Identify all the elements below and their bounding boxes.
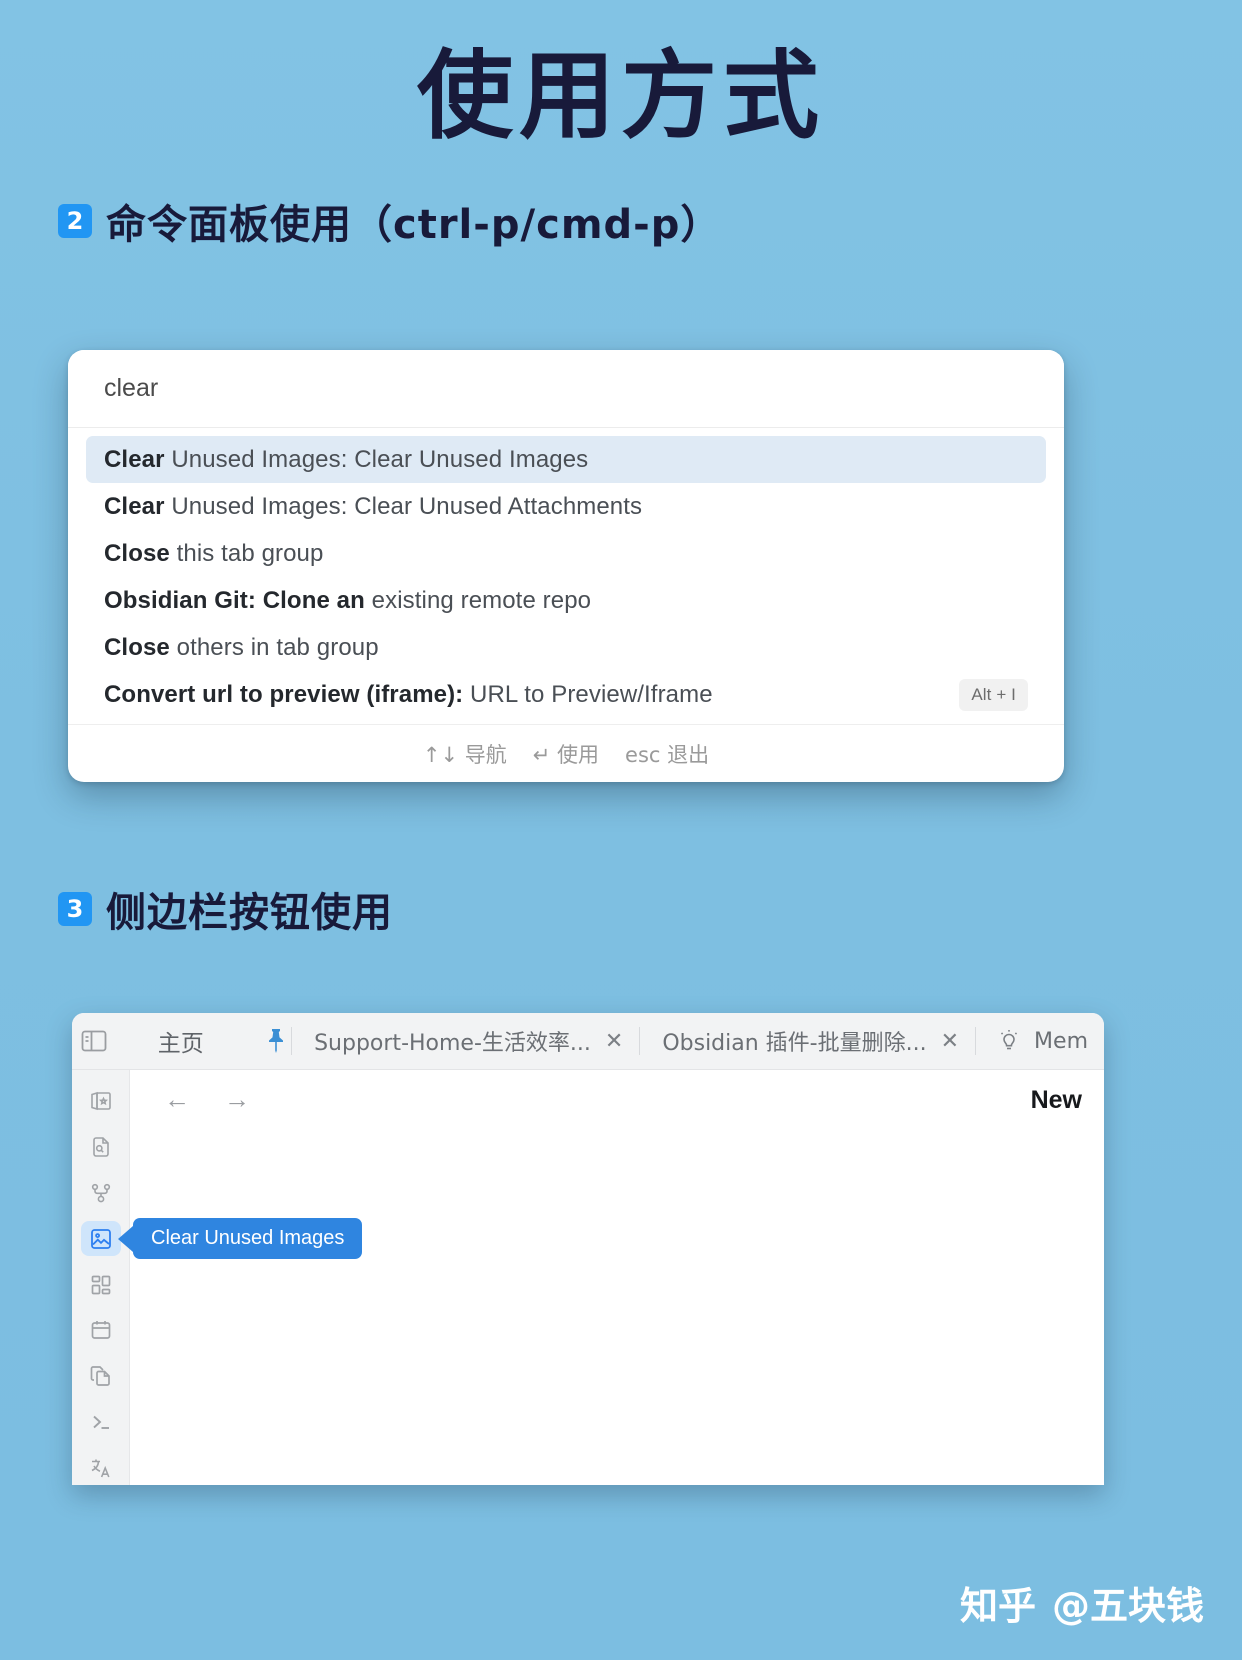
section-title-2: 命令面板使用（ctrl-p/cmd-p） — [106, 202, 722, 248]
new-label[interactable]: New — [1031, 1086, 1082, 1115]
pin-icon[interactable] — [260, 1028, 291, 1054]
command-item-rest: others in tab group — [169, 633, 379, 661]
image-icon[interactable] — [80, 1221, 121, 1257]
obsidian-body: ← → New — [72, 1070, 1104, 1485]
command-item-hotkey: Alt + I — [959, 678, 1028, 711]
graph-view-icon[interactable] — [81, 1176, 121, 1211]
tab-item[interactable]: Obsidian 插件-批量删除... ✕ — [640, 1025, 975, 1057]
tab-item[interactable]: Support-Home-生活效率... ✕ — [292, 1025, 639, 1057]
calendar-icon[interactable] — [81, 1313, 121, 1348]
close-icon[interactable]: ✕ — [605, 1029, 623, 1054]
lightbulb-icon — [998, 1029, 1020, 1053]
obsidian-main-pane: ← → New — [130, 1070, 1104, 1485]
command-palette-item[interactable]: Convert url to preview (iframe): URL to … — [86, 671, 1046, 718]
command-item-match: Convert url to preview (iframe): — [104, 680, 464, 708]
watermark: 知乎 @五块钱 — [960, 1575, 1204, 1630]
command-palette-results: Clear Unused Images: Clear Unused Images… — [68, 428, 1064, 724]
command-item-match: Clear — [104, 492, 165, 520]
vault-cards-icon[interactable] — [81, 1084, 121, 1119]
terminal-icon[interactable] — [81, 1404, 121, 1439]
command-item-rest: Unused Images: Clear Unused Images — [164, 445, 589, 473]
command-item-match: Close — [104, 633, 170, 661]
command-item-rest: this tab group — [169, 539, 324, 567]
tab-label: Mem — [1034, 1028, 1088, 1054]
sidebar-toggle-icon[interactable] — [72, 1029, 116, 1053]
section-heading-2: 2 命令面板使用（ctrl-p/cmd-p） — [0, 192, 1242, 250]
translate-icon[interactable] — [81, 1450, 121, 1485]
obsidian-ribbon — [72, 1070, 130, 1485]
ribbon-tooltip: Clear Unused Images — [118, 1218, 363, 1259]
tab-home-label[interactable]: 主页 — [116, 1024, 260, 1058]
tab-label: Obsidian 插件-批量删除... — [662, 1031, 927, 1056]
hint-navigate: ↑↓ 导航 — [422, 742, 507, 767]
section-title-3: 侧边栏按钮使用 — [106, 890, 393, 936]
tooltip-arrow-icon — [118, 1225, 133, 1252]
poster-page: 使用方式 2 命令面板使用（ctrl-p/cmd-p） clear Clear … — [0, 0, 1242, 1660]
command-palette-wrapper: clear Clear Unused Images: Clear Unused … — [68, 350, 1064, 782]
watermark-platform: 知乎 — [959, 1584, 1036, 1628]
command-palette-item[interactable]: Close others in tab group — [86, 624, 1046, 671]
command-item-rest: existing remote repo — [364, 586, 592, 614]
section-badge-3: 3 — [58, 892, 92, 926]
close-icon[interactable]: ✕ — [941, 1029, 959, 1054]
command-palette-search-input[interactable]: clear — [68, 350, 1064, 428]
watermark-handle: @五块钱 — [1051, 1584, 1204, 1628]
command-palette: clear Clear Unused Images: Clear Unused … — [68, 350, 1064, 782]
file-search-icon[interactable] — [81, 1130, 121, 1165]
command-palette-item[interactable]: Clear Unused Images: Clear Unused Attach… — [86, 483, 1046, 530]
arrow-left-icon[interactable]: ← — [164, 1084, 190, 1115]
copy-files-icon[interactable] — [81, 1359, 121, 1394]
tab-label: Support-Home-生活效率... — [314, 1031, 591, 1056]
command-palette-item[interactable]: Close this tab group — [86, 530, 1046, 577]
command-palette-item[interactable]: Clear Unused Images: Clear Unused Images — [86, 436, 1046, 483]
section-heading-3: 3 侧边栏按钮使用 — [0, 880, 393, 938]
command-item-match: Obsidian Git: Clone an — [104, 586, 365, 614]
obsidian-nav-bar: ← → — [130, 1070, 1104, 1128]
command-item-match: Close — [104, 539, 170, 567]
hint-dismiss: esc 退出 — [625, 742, 710, 767]
command-item-rest: URL to Preview/Iframe — [463, 680, 713, 708]
arrow-right-icon[interactable]: → — [224, 1084, 250, 1115]
obsidian-tab-bar: 主页 Support-Home-生活效率... ✕ Obsidian 插件-批量… — [72, 1013, 1104, 1070]
tab-item[interactable]: Mem — [976, 1029, 1104, 1054]
apps-grid-icon[interactable] — [81, 1267, 121, 1302]
command-palette-item[interactable]: Obsidian Git: Clone an existing remote r… — [86, 577, 1046, 624]
command-item-rest: Unused Images: Clear Unused Attachments — [164, 492, 643, 520]
command-item-match: Clear — [104, 445, 165, 473]
command-palette-footer: ↑↓ 导航 ↵ 使用 esc 退出 — [68, 724, 1064, 782]
hint-select: ↵ 使用 — [532, 742, 600, 767]
tooltip-label: Clear Unused Images — [133, 1218, 363, 1259]
page-title: 使用方式 — [417, 40, 825, 152]
section-badge-2: 2 — [58, 204, 92, 238]
